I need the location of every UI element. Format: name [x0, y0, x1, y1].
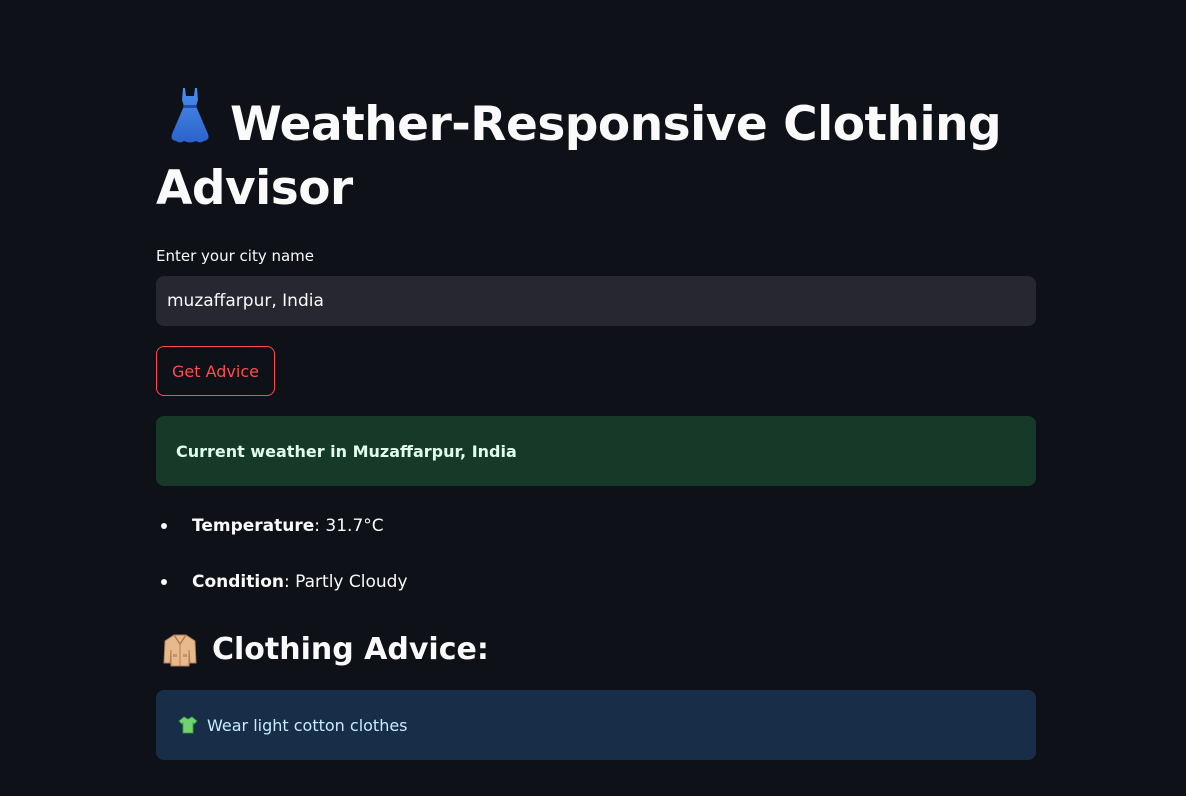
t-shirt-icon: [178, 716, 198, 734]
condition-value: : Partly Cloudy: [284, 572, 408, 592]
city-input-label: Enter your city name: [156, 247, 315, 265]
page-title: Weather-Responsive Clothing Advisor: [156, 86, 1036, 221]
get-advice-button[interactable]: Get Advice: [156, 346, 275, 396]
weather-success-alert: Current weather in Muzaffarpur, India: [156, 416, 1036, 486]
page-title-text: Weather-Responsive Clothing Advisor: [156, 97, 1002, 216]
clothing-advice-heading-text: Clothing Advice:: [212, 632, 489, 667]
weather-heading: Current weather in Muzaffarpur, India: [176, 441, 517, 461]
temperature-item: Temperature: 31.7°C: [156, 500, 408, 556]
condition-item: Condition: Partly Cloudy: [156, 556, 408, 612]
coat-icon: [163, 634, 197, 667]
dress-icon: [171, 88, 209, 143]
temperature-label: Temperature: [192, 516, 315, 536]
condition-label: Condition: [192, 572, 284, 592]
bullet-icon: [161, 523, 167, 529]
clothing-advice-heading: Clothing Advice:: [156, 626, 489, 674]
weather-details-list: Temperature: 31.7°C Condition: Partly Cl…: [156, 500, 408, 612]
bullet-icon: [161, 579, 167, 585]
temperature-value: : 31.7°C: [314, 516, 384, 536]
city-input[interactable]: [156, 276, 1036, 326]
advice-text: Wear light cotton clothes: [207, 715, 408, 735]
advice-info-alert: Wear light cotton clothes: [156, 690, 1036, 760]
